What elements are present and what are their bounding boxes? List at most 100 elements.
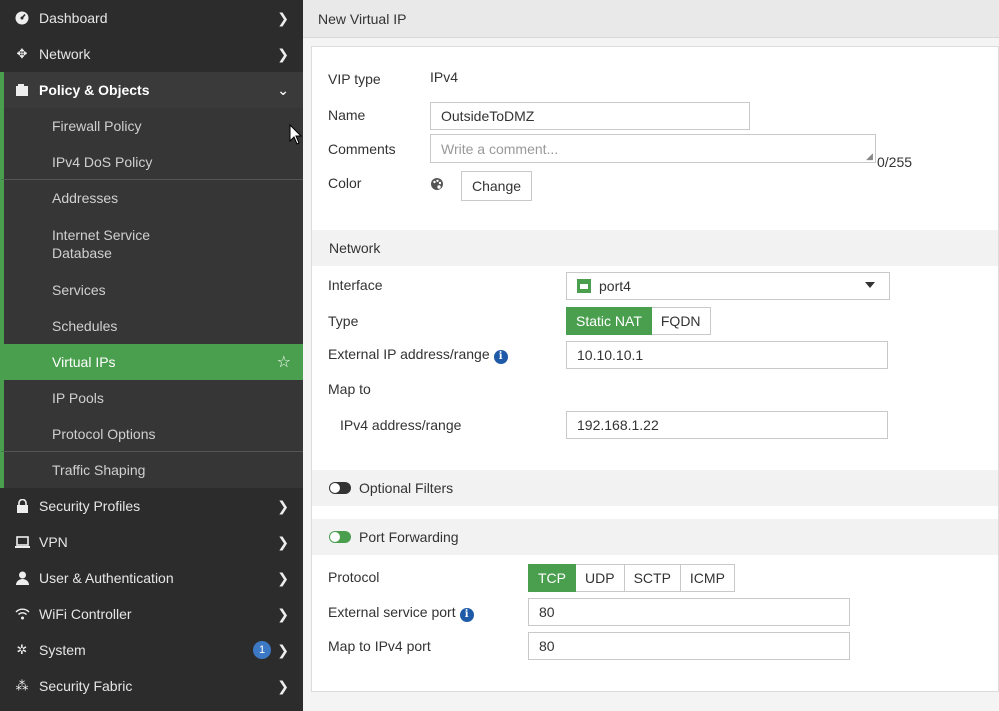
notification-badge: 1 [253,641,271,659]
star-icon[interactable]: ☆ [277,352,291,372]
sidebar-item-ip-pools[interactable]: IP Pools [0,380,303,416]
nav-label: System [39,642,86,658]
sidebar-item-label: Services [52,282,106,298]
network-icon: ✥ [16,46,28,61]
toggle-off-icon[interactable] [329,482,351,494]
chevron-down-icon: ⌄ [277,81,289,98]
nav-label: Security Profiles [39,498,141,514]
nav-security-profiles[interactable]: Security Profiles ❯ [0,488,303,524]
chevron-right-icon: ❯ [277,9,289,26]
nav-system[interactable]: ✲ System 1 ❯ [0,632,303,668]
protocol-option-udp[interactable]: UDP [576,564,625,592]
nav-vpn[interactable]: VPN ❯ [0,524,303,560]
sidebar-item-ipv4-dos-policy[interactable]: IPv4 DoS Policy [0,144,303,180]
ipv4-range-input[interactable]: 192.168.1.22 [566,411,888,439]
type-option-static-nat[interactable]: Static NAT [566,307,652,335]
policy-icon [14,82,30,98]
protocol-option-tcp[interactable]: TCP [528,564,576,592]
interface-value: port4 [599,278,631,294]
nav-label: WiFi Controller [39,606,132,622]
interface-label: Interface [328,277,383,293]
protocol-label: Protocol [328,569,380,585]
vip-form-panel: VIP type IPv4 Name OutsideToDMZ Comments… [311,46,999,692]
type-toggle: Static NAT FQDN [566,307,711,335]
nav-security-fabric[interactable]: ⁂ Security Fabric ❯ [0,668,303,704]
sidebar-item-firewall-policy[interactable]: Firewall Policy [0,108,303,144]
resize-handle-icon[interactable]: ◢ [866,151,873,162]
sidebar-item-virtual-ips[interactable]: Virtual IPs ☆ [0,344,303,380]
chevron-right-icon: ❯ [277,497,289,514]
nav-label: Security Fabric [39,678,133,694]
comments-textarea[interactable]: Write a comment... [430,134,876,163]
caret-down-icon [865,282,875,288]
vip-type-label: VIP type [328,71,381,87]
section-title: Port Forwarding [359,529,459,545]
map-to-label: Map to [328,381,371,397]
sidebar-item-services[interactable]: Services [0,272,303,308]
user-icon [14,570,30,586]
section-title: Network [329,240,381,256]
dashboard-icon [14,10,30,26]
policy-submenu: Firewall Policy IPv4 DoS Policy Addresse… [0,108,303,488]
comments-counter: 0/255 [877,154,913,170]
info-icon[interactable]: i [459,607,474,622]
chevron-right-icon: ❯ [277,533,289,550]
port-forwarding-section[interactable]: Port Forwarding [312,519,998,555]
sidebar-item-label: Schedules [52,318,118,334]
page-header: New Virtual IP [303,0,999,38]
info-icon[interactable]: i [493,349,508,364]
color-label: Color [328,175,362,191]
chevron-right-icon: ❯ [277,605,289,622]
sidebar-item-label: IPv4 DoS Policy [52,153,153,170]
map-port-label: Map to IPv4 port [328,638,431,654]
sidebar-item-label: Addresses [52,190,119,206]
sidebar-item-protocol-options[interactable]: Protocol Options [0,416,303,452]
nav-label: Dashboard [39,10,108,26]
protocol-option-icmp[interactable]: ICMP [680,564,735,592]
external-ip-label-text: External IP address/range [328,346,490,362]
page-title: New Virtual IP [318,10,407,27]
section-title: Optional Filters [359,480,454,496]
sidebar-item-label: Protocol Options [52,425,156,442]
nav-user-authentication[interactable]: User & Authentication ❯ [0,560,303,596]
palette-icon [430,177,444,194]
fabric-icon: ⁂ [15,678,29,693]
sidebar-item-label: Internet Service Database [52,227,151,261]
name-label: Name [328,107,366,123]
optional-filters-section[interactable]: Optional Filters [312,470,998,506]
sidebar-item-internet-service-database[interactable]: Internet Service Database [0,216,303,272]
chevron-right-icon: ❯ [277,677,289,694]
chevron-right-icon: ❯ [277,569,289,586]
name-input[interactable]: OutsideToDMZ [430,102,750,130]
nav-label: User & Authentication [39,570,174,586]
chevron-right-icon: ❯ [277,45,289,62]
sidebar-item-label: Traffic Shaping [52,462,146,478]
vip-type-value: IPv4 [430,69,459,85]
comments-label: Comments [328,141,396,157]
nav-policy-objects[interactable]: Policy & Objects ⌄ [0,72,303,108]
port-icon [577,279,591,293]
external-port-label: External service port i [328,604,474,622]
nav-label: Network [39,46,91,62]
type-option-fqdn[interactable]: FQDN [651,307,711,335]
nav-wifi-controller[interactable]: WiFi Controller ❯ [0,596,303,632]
map-port-input[interactable]: 80 [528,632,850,660]
protocol-option-sctp[interactable]: SCTP [624,564,681,592]
color-change-button[interactable]: Change [461,171,533,201]
external-ip-input[interactable]: 10.10.10.1 [566,341,888,369]
sidebar-item-schedules[interactable]: Schedules [0,308,303,344]
nav-dashboard[interactable]: Dashboard ❯ [0,0,303,36]
interface-select[interactable]: port4 [566,272,890,300]
external-ip-label: External IP address/range i [328,346,508,364]
toggle-on-icon[interactable] [329,531,351,543]
network-section-header: Network [312,230,998,266]
nav-label: VPN [39,534,68,550]
nav-network[interactable]: ✥ Network ❯ [0,36,303,72]
sidebar-item-addresses[interactable]: Addresses [0,180,303,216]
ipv4-range-label: IPv4 address/range [340,417,462,433]
sidebar-item-traffic-shaping[interactable]: Traffic Shaping [0,452,303,488]
gear-icon: ✲ [16,642,28,657]
sidebar-item-label: Virtual IPs [52,354,116,370]
lock-icon [14,498,30,514]
external-port-input[interactable]: 80 [528,598,850,626]
